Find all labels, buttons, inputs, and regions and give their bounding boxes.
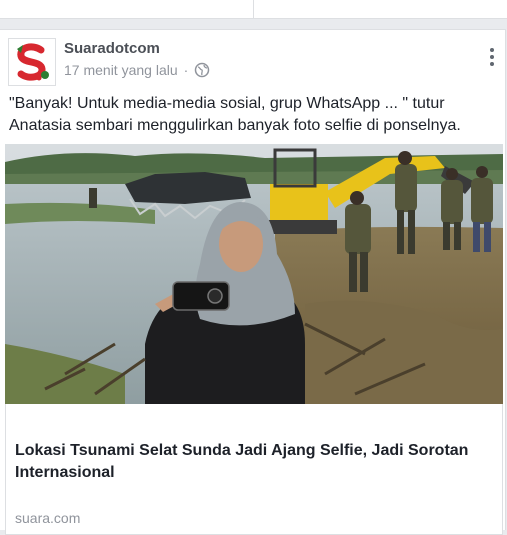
meta-separator: ·: [183, 62, 189, 78]
suara-logo-icon: [9, 39, 55, 85]
post-photo[interactable]: [5, 144, 503, 404]
avatar[interactable]: [8, 38, 56, 86]
globe-icon[interactable]: [194, 62, 210, 78]
link-preview-domain: suara.com: [15, 510, 81, 526]
post-card: Suaradotcom 17 menit yang lalu · "Banyak…: [0, 29, 506, 535]
selfie-photo: [5, 144, 503, 404]
previous-post-bottom: [0, 0, 507, 19]
action-divider: [253, 0, 254, 18]
post-author[interactable]: Suaradotcom: [64, 40, 160, 57]
link-preview[interactable]: Lokasi Tsunami Selat Sunda Jadi Ajang Se…: [5, 404, 503, 535]
post-caption: "Banyak! Untuk media-media sosial, grup …: [9, 95, 461, 134]
post-meta: 17 menit yang lalu ·: [64, 62, 210, 78]
link-preview-title[interactable]: Lokasi Tsunami Selat Sunda Jadi Ajang Se…: [15, 440, 485, 484]
more-options-button[interactable]: [486, 48, 498, 70]
more-vertical-icon: [486, 48, 498, 66]
post-timestamp[interactable]: 17 menit yang lalu: [64, 62, 178, 78]
